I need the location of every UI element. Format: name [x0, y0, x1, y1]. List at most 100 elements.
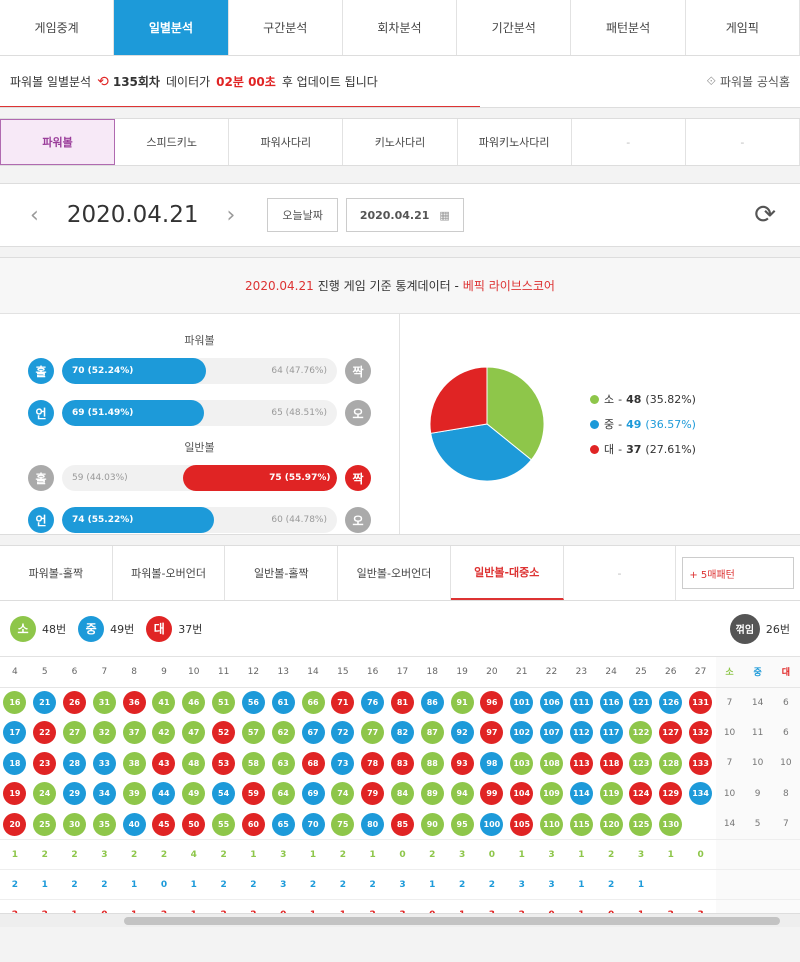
- grid-cell: 21: [30, 687, 60, 718]
- result-ball: 55: [212, 812, 236, 836]
- tab-3[interactable]: 회차분석: [343, 0, 458, 55]
- legend-sep: -: [618, 442, 623, 456]
- ratio-bar-rest: 65 (48.51%): [271, 400, 327, 426]
- grid-cell: 18: [0, 748, 30, 779]
- count-cell: 1: [29, 869, 60, 900]
- summary-count: 48번: [42, 622, 67, 636]
- grid-cell: 111: [566, 687, 596, 718]
- scrollbar-thumb[interactable]: [124, 917, 780, 925]
- refresh-icon[interactable]: ⟳: [754, 200, 776, 230]
- result-ball: 21: [33, 691, 57, 714]
- game-tab-1[interactable]: 스피드키노: [115, 119, 230, 165]
- result-ball: 25: [33, 812, 57, 836]
- grid-cell: 51: [209, 687, 239, 718]
- grid-cell: 102: [507, 718, 537, 749]
- legend-pct: (27.61%): [645, 442, 696, 456]
- grid-cell: 110: [537, 809, 567, 840]
- grid-cell: 71: [328, 687, 358, 718]
- summary-circle: 중: [78, 615, 105, 642]
- grid-cell: 54: [209, 779, 239, 810]
- game-tab-4[interactable]: 파워키노사다리: [458, 119, 572, 165]
- stats-brand: 베픽 라이브스코어: [462, 279, 555, 293]
- next-date-icon[interactable]: ›: [227, 203, 236, 228]
- grid-cell: 47: [179, 718, 209, 749]
- analysis-tab-2[interactable]: 일반볼-홀짝: [225, 546, 339, 600]
- count-cell: 0: [387, 839, 418, 870]
- grid-cell: 55: [209, 809, 239, 840]
- column-header: 4: [0, 657, 30, 688]
- right-value: 75 (55.97%): [269, 473, 331, 483]
- grid-cell: 23: [30, 748, 60, 779]
- stat-cell: 6: [771, 717, 800, 748]
- pattern-select[interactable]: + 5매패턴: [682, 557, 795, 589]
- result-ball: 134: [689, 782, 713, 806]
- count-cell: 3: [536, 839, 567, 870]
- result-ball: 52: [212, 721, 236, 745]
- grid-cell: 58: [239, 748, 269, 779]
- count-row: 2122101223222312233121: [0, 869, 800, 900]
- horizontal-scrollbar[interactable]: [0, 913, 800, 927]
- stat-empty: [771, 839, 800, 870]
- count-cell: 2: [447, 869, 477, 900]
- grid-cell: 125: [626, 809, 656, 840]
- date-picker[interactable]: 2020.04.21 ▦: [345, 198, 464, 232]
- count-cell: 2: [29, 839, 60, 870]
- grid-cell: 105: [507, 809, 537, 840]
- tab-6[interactable]: 게임픽: [686, 0, 800, 55]
- game-tab-2[interactable]: 파워사다리: [229, 119, 344, 165]
- analysis-tab-3[interactable]: 일반볼-오버언더: [338, 546, 451, 600]
- count-cell: 3: [447, 839, 477, 870]
- game-tab-3[interactable]: 키노사다리: [343, 119, 458, 165]
- legend-value: 37: [626, 442, 642, 456]
- count-cell: 2: [208, 869, 239, 900]
- stat-header: 대: [771, 657, 800, 688]
- count-cell: 2: [238, 869, 269, 900]
- result-ball: 48: [182, 751, 206, 775]
- result-ball: 121: [629, 691, 653, 714]
- grid-cell: 97: [477, 718, 507, 749]
- result-ball: 37: [122, 721, 146, 745]
- stat-cell: 7: [715, 748, 744, 779]
- notice-suffix: 후 업데이트 됩니다: [281, 75, 378, 89]
- analysis-tabs: 파워볼-홀짝 파워볼-오버언더 일반볼-홀짝 일반볼-오버언더 일반볼-대중소 - + 5매…: [0, 545, 800, 601]
- official-home-link[interactable]: ⟐ 파워볼 공식홈: [706, 73, 790, 90]
- tab-1[interactable]: 일별분석: [114, 0, 229, 55]
- summary-count: 37번: [178, 622, 203, 636]
- column-header: 23: [566, 657, 597, 688]
- grid-cell: 132: [686, 718, 716, 749]
- tab-2[interactable]: 구간분석: [229, 0, 343, 55]
- stat-cell: 10: [715, 778, 744, 809]
- grid-cell: 126: [656, 687, 686, 718]
- column-header: 9: [149, 657, 179, 688]
- legend-label: 소: [604, 393, 615, 406]
- left-circle: 언: [28, 400, 54, 426]
- grid-cell: 122: [626, 718, 656, 749]
- analysis-tab-1[interactable]: 파워볼-오버언더: [113, 546, 226, 600]
- grid-cell: 32: [89, 718, 119, 749]
- result-ball: 42: [152, 721, 176, 745]
- result-ball: 38: [122, 751, 146, 775]
- grid-cell: 82: [388, 718, 418, 749]
- tab-0[interactable]: 게임중계: [0, 0, 115, 55]
- analysis-tab-4[interactable]: 일반볼-대중소: [450, 546, 564, 600]
- count-cell: 2: [327, 869, 358, 900]
- tab-5[interactable]: 패턴분석: [571, 0, 686, 55]
- result-ball: 104: [510, 782, 534, 806]
- result-ball: 59: [241, 782, 265, 806]
- column-header: 19: [447, 657, 477, 688]
- prev-date-icon[interactable]: ‹: [30, 203, 39, 228]
- result-ball: 44: [152, 782, 176, 806]
- grid-cell: 84: [388, 779, 418, 810]
- result-ball: 89: [420, 782, 444, 806]
- summary-count: 49번: [110, 622, 135, 636]
- tab-4[interactable]: 기간분석: [457, 0, 572, 55]
- analysis-tab-0[interactable]: 파워볼-홀짝: [0, 546, 113, 600]
- game-tab-0[interactable]: 파워볼: [0, 119, 116, 165]
- today-button[interactable]: 오늘날짜: [267, 198, 338, 232]
- ratio-bar-fill: 70 (52.24%): [62, 358, 206, 384]
- round-count: 135회차: [112, 75, 160, 89]
- column-header: 27: [685, 657, 716, 688]
- grid-cell: 46: [179, 687, 209, 718]
- legend-sep: -: [618, 417, 623, 431]
- result-ball: 126: [659, 691, 683, 714]
